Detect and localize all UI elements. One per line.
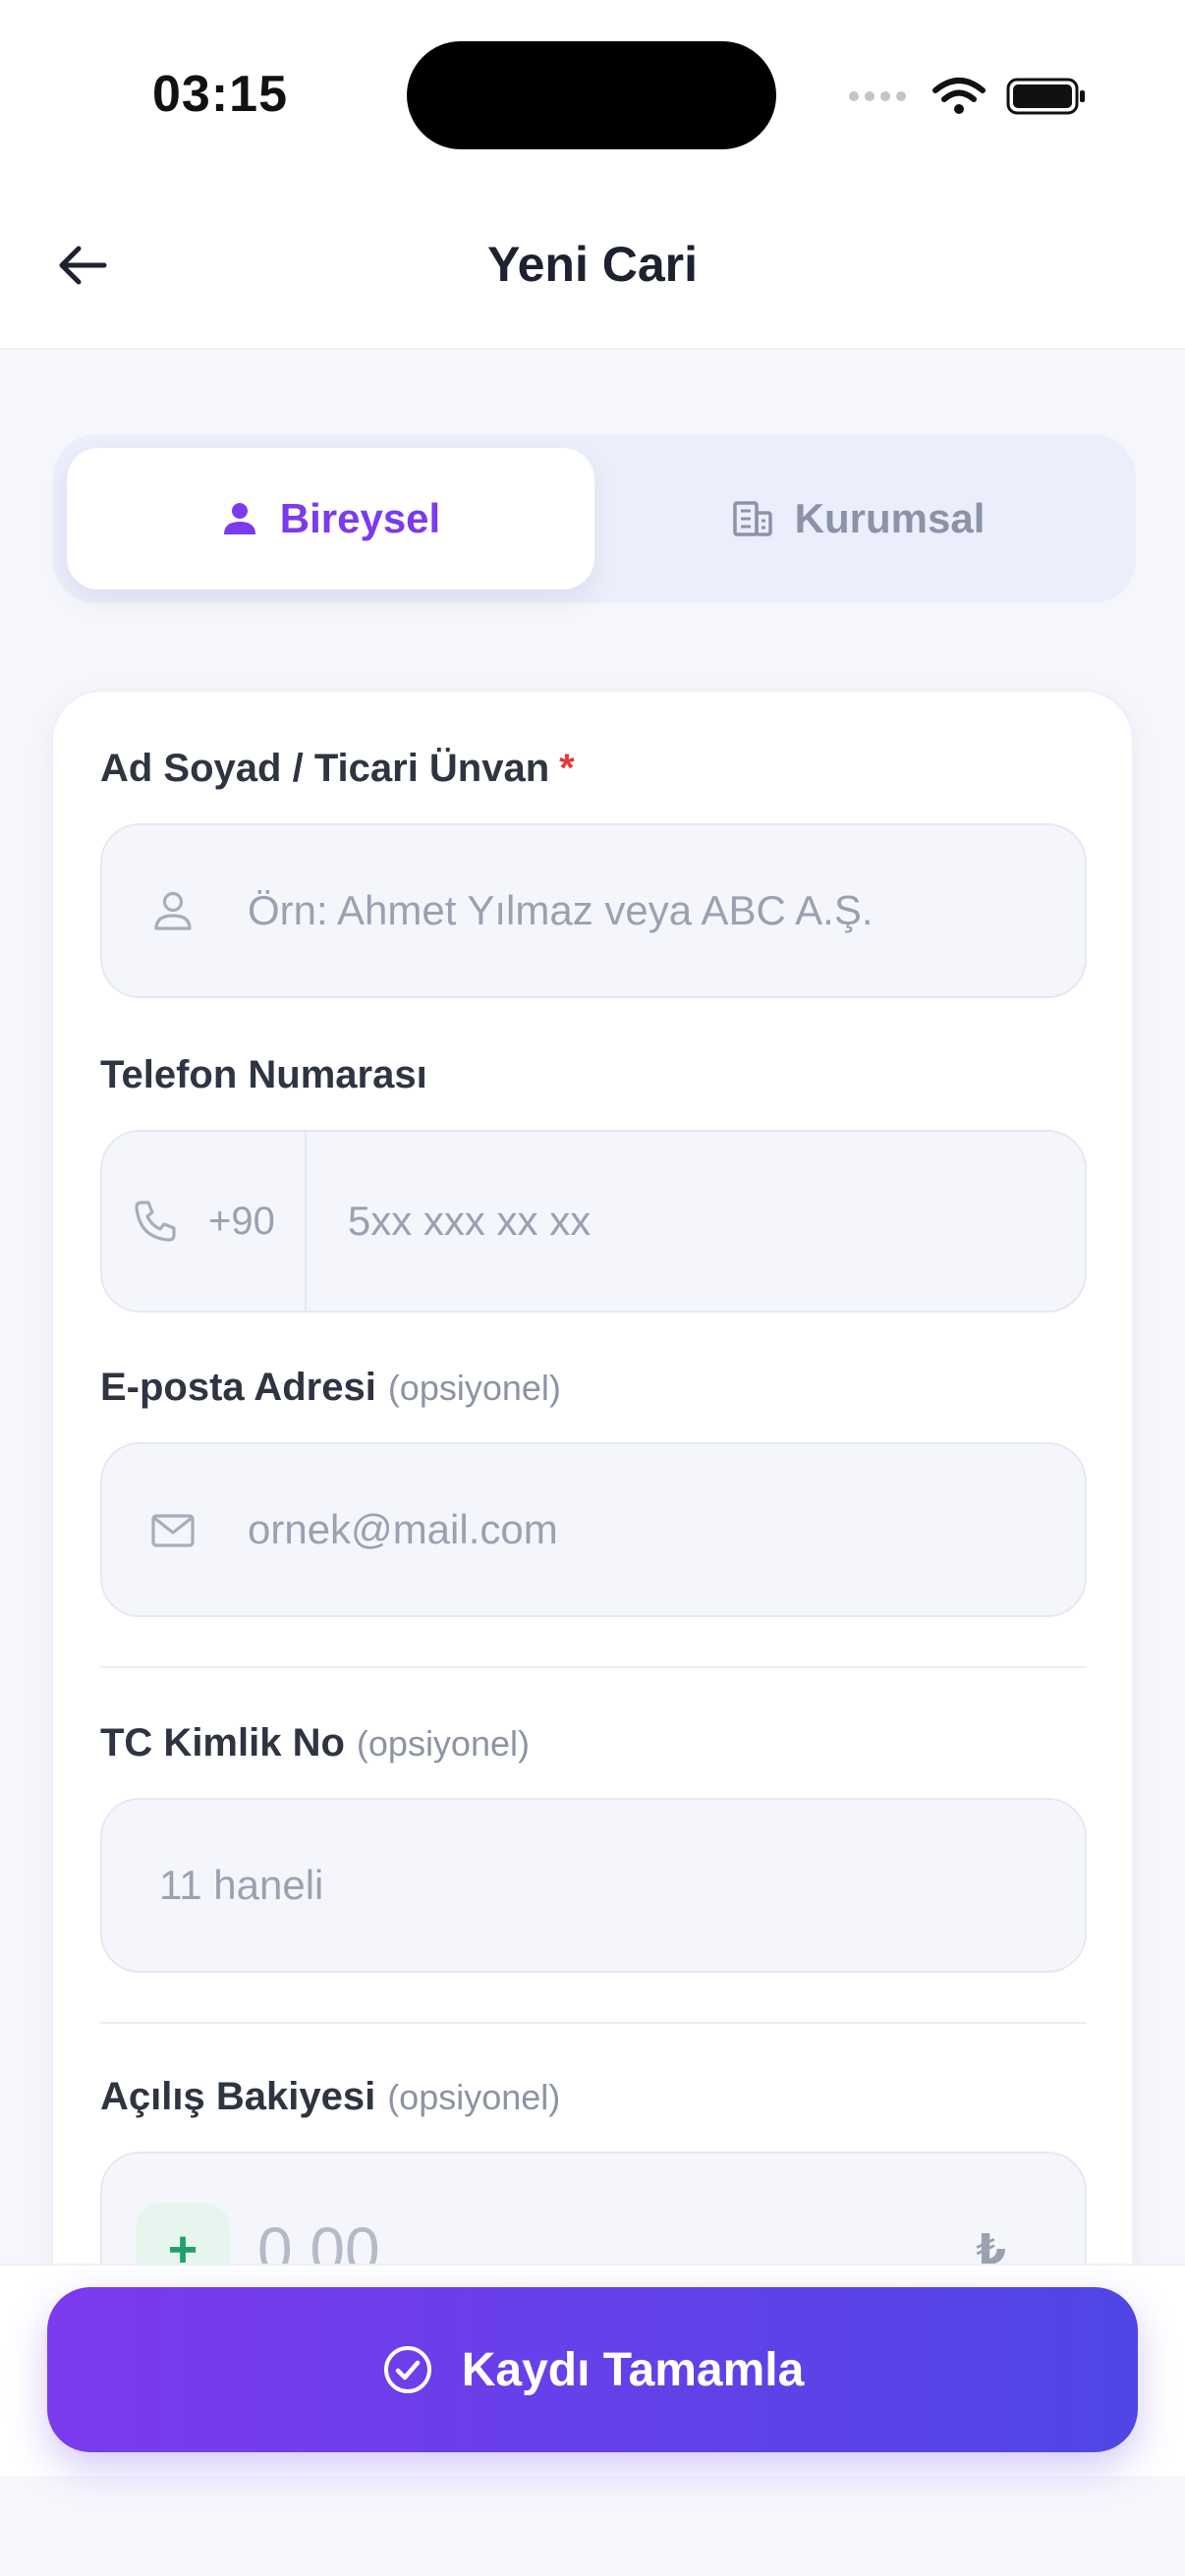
wifi-icon bbox=[932, 78, 986, 114]
complete-registration-label: Kaydı Tamamla bbox=[461, 2343, 805, 2396]
email-label-text: E-posta Adresi bbox=[100, 1366, 376, 1409]
check-circle-icon bbox=[383, 2346, 431, 2393]
new-account-screen: 03:15 Yeni Cari Bireysel Kurumsal Ad Soy… bbox=[0, 0, 1185, 2576]
balance-optional: (opsiyonel) bbox=[387, 2077, 561, 2117]
tab-individual[interactable]: Bireysel bbox=[67, 448, 594, 589]
name-label: Ad Soyad / Ticari Ünvan * bbox=[100, 747, 575, 791]
building-icon bbox=[732, 501, 772, 536]
signal-icon bbox=[849, 91, 906, 101]
phone-label: Telefon Numarası bbox=[100, 1053, 427, 1096]
tc-input[interactable] bbox=[159, 1862, 906, 1909]
phone-icon bbox=[135, 1201, 176, 1242]
status-time: 03:15 bbox=[152, 66, 288, 123]
email-input[interactable] bbox=[248, 1506, 994, 1553]
tab-individual-label: Bireysel bbox=[279, 495, 441, 541]
phone-field[interactable]: +90 bbox=[100, 1130, 1087, 1313]
complete-registration-button[interactable]: Kaydı Tamamla bbox=[47, 2287, 1138, 2452]
email-field[interactable] bbox=[100, 1442, 1087, 1617]
balance-label: Açılış Bakiyesi (opsiyonel) bbox=[100, 2075, 560, 2119]
balance-label-text: Açılış Bakiyesi bbox=[100, 2075, 376, 2118]
tc-label-text: TC Kimlik No bbox=[100, 1721, 345, 1764]
customer-type-toggle: Bireysel Kurumsal bbox=[53, 434, 1136, 603]
person-icon bbox=[223, 503, 255, 534]
bottom-safe-area bbox=[0, 2476, 1185, 2576]
battery-icon bbox=[1006, 78, 1085, 115]
name-field[interactable] bbox=[100, 823, 1087, 998]
mail-icon bbox=[151, 1514, 195, 1547]
phone-prefix[interactable]: +90 bbox=[102, 1132, 307, 1311]
email-label: E-posta Adresi (opsiyonel) bbox=[100, 1366, 561, 1410]
tc-field[interactable] bbox=[100, 1798, 1087, 1973]
section-divider bbox=[100, 1666, 1087, 1668]
page-title: Yeni Cari bbox=[487, 237, 698, 292]
tab-corporate[interactable]: Kurumsal bbox=[594, 448, 1122, 589]
tc-optional: (opsiyonel) bbox=[356, 1723, 530, 1764]
phone-input[interactable] bbox=[347, 1198, 1085, 1245]
name-input[interactable] bbox=[248, 887, 994, 934]
country-code: +90 bbox=[208, 1199, 275, 1243]
tab-corporate-label: Kurumsal bbox=[794, 495, 986, 541]
user-icon bbox=[154, 891, 192, 930]
name-label-text: Ad Soyad / Ticari Ünvan bbox=[100, 747, 550, 790]
dynamic-island bbox=[407, 41, 776, 149]
status-icons bbox=[849, 69, 1087, 124]
section-divider bbox=[100, 2022, 1087, 2024]
tc-label: TC Kimlik No (opsiyonel) bbox=[100, 1721, 530, 1765]
email-optional: (opsiyonel) bbox=[387, 1368, 561, 1408]
required-mark: * bbox=[559, 747, 575, 790]
